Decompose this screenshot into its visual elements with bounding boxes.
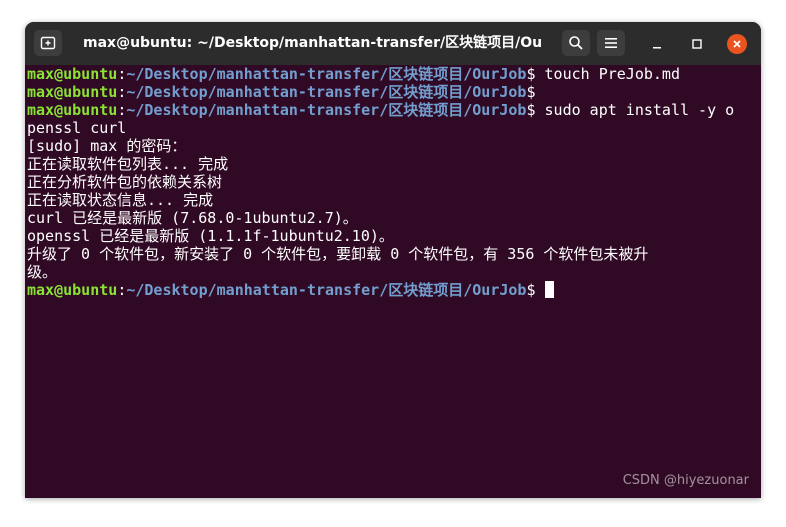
output-line: 正在读取软件包列表... 完成 (27, 155, 229, 173)
title-bar: max@ubuntu: ~/Desktop/manhattan-transfer… (25, 22, 761, 65)
close-button[interactable] (727, 34, 747, 54)
terminal-window: max@ubuntu: ~/Desktop/manhattan-transfer… (25, 22, 761, 498)
minimize-icon (653, 47, 661, 49)
search-icon (569, 36, 583, 50)
output-line: 正在分析软件包的依赖关系树 (27, 173, 223, 191)
prompt-colon: : (117, 65, 127, 83)
prompt-path: ~/Desktop/manhattan-transfer/区块链项目/OurJo… (126, 83, 527, 101)
terminal-line: max@ubuntu:~/Desktop/manhattan-transfer/… (27, 101, 759, 119)
prompt-path: ~/Desktop/manhattan-transfer/区块链项目/OurJo… (126, 101, 527, 119)
output-line: [sudo] max 的密码： (27, 137, 187, 155)
prompt-symbol: $ (526, 83, 536, 101)
prompt-colon: : (117, 83, 127, 101)
close-icon (733, 40, 741, 48)
prompt-user: max@ubuntu (27, 65, 118, 83)
output-line: openssl 已经是最新版 (1.1.1f-1ubuntu2.10)。 (27, 227, 394, 245)
search-button[interactable] (562, 30, 590, 56)
command-text (535, 281, 544, 299)
prompt-path: ~/Desktop/manhattan-transfer/区块链项目/OurJo… (126, 65, 527, 83)
new-tab-icon (40, 36, 56, 50)
prompt-colon: : (117, 101, 127, 119)
prompt-user: max@ubuntu (27, 281, 118, 299)
hamburger-menu-icon (605, 38, 617, 48)
new-tab-button[interactable] (34, 30, 62, 56)
prompt-path: ~/Desktop/manhattan-transfer/区块链项目/OurJo… (126, 281, 527, 299)
window-title: max@ubuntu: ~/Desktop/manhattan-transfer… (83, 35, 543, 51)
output-line: 升级了 0 个软件包，新安装了 0 个软件包，要卸载 0 个软件包，有 356 … (27, 245, 649, 263)
minimize-button[interactable] (647, 34, 667, 54)
menu-button[interactable] (597, 30, 625, 56)
command-text: touch PreJob.md (535, 65, 680, 83)
output-line: 正在读取状态信息... 完成 (27, 191, 214, 209)
command-text: sudo apt install -y o (535, 101, 735, 119)
terminal-line: max@ubuntu:~/Desktop/manhattan-transfer/… (27, 281, 759, 299)
text-cursor (544, 281, 554, 298)
watermark: CSDN @hiyezuonar (622, 473, 749, 488)
maximize-button[interactable] (687, 34, 707, 54)
output-line: 级。 (27, 263, 58, 281)
terminal-output[interactable]: max@ubuntu:~/Desktop/manhattan-transfer/… (25, 65, 761, 498)
prompt-colon: : (117, 281, 127, 299)
prompt-user: max@ubuntu (27, 83, 118, 101)
terminal-line: max@ubuntu:~/Desktop/manhattan-transfer/… (27, 65, 759, 83)
terminal-line: max@ubuntu:~/Desktop/manhattan-transfer/… (27, 83, 759, 101)
output-line: penssl curl (27, 119, 127, 137)
prompt-user: max@ubuntu (27, 101, 118, 119)
output-line: curl 已经是最新版 (7.68.0-1ubuntu2.7)。 (27, 209, 358, 227)
maximize-icon (692, 39, 702, 49)
